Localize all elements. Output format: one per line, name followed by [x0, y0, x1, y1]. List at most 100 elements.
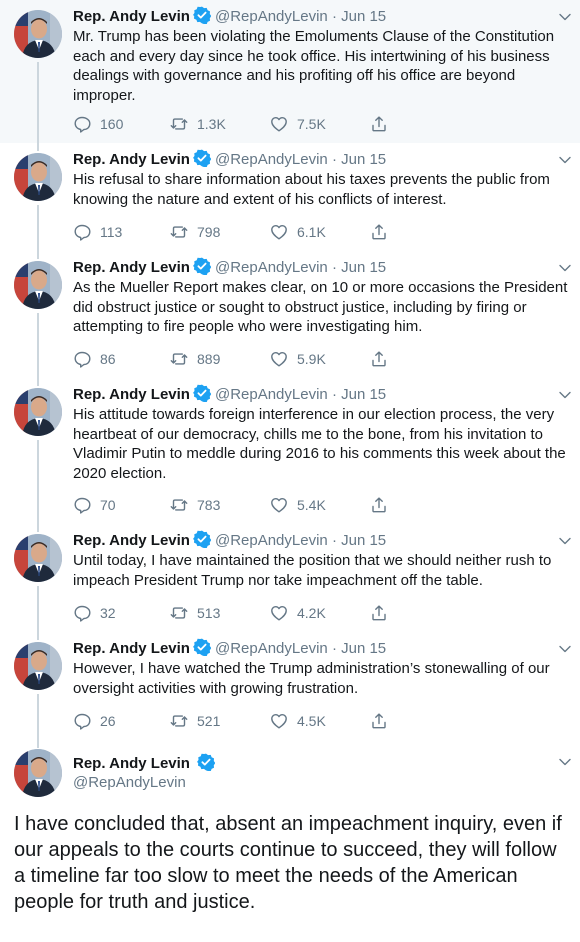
like-button[interactable]: 5.9K	[270, 348, 326, 370]
tweet-date[interactable]: Jun 15	[341, 532, 386, 549]
tweet[interactable]: Rep. Andy Levin @RepAndyLevin · Jun 15 As…	[0, 251, 580, 386]
retweet-count: 513	[197, 605, 221, 621]
avatar[interactable]	[14, 642, 62, 690]
tweet[interactable]: Rep. Andy Levin @RepAndyLevin · Jun 15 Ho…	[0, 632, 580, 748]
reply-button[interactable]: 70	[73, 494, 116, 516]
share-button[interactable]	[370, 710, 388, 732]
author-name[interactable]: Rep. Andy Levin	[73, 259, 190, 276]
reply-button[interactable]: 32	[73, 602, 116, 624]
like-count: 4.5K	[297, 713, 326, 729]
chevron-down-icon[interactable]	[558, 642, 572, 656]
author-name[interactable]: Rep. Andy Levin	[73, 532, 190, 549]
share-button[interactable]	[370, 602, 388, 624]
reply-button[interactable]: 160	[73, 113, 123, 135]
tweet-text: Until today, I have maintained the posit…	[73, 552, 552, 589]
tweet-text: Mr. Trump has been violating the Emolume…	[73, 28, 555, 104]
reply-button[interactable]: 86	[73, 348, 116, 370]
like-icon	[271, 224, 287, 240]
share-icon	[372, 605, 386, 621]
like-icon	[271, 714, 287, 729]
author-handle[interactable]: @RepAndyLevin	[215, 8, 328, 25]
author-handle[interactable]: @RepAndyLevin	[73, 773, 186, 793]
thread-connector-line	[37, 440, 39, 532]
retweet-button[interactable]: 1.3K	[170, 113, 226, 135]
tweet-header: Rep. Andy Levin @RepAndyLevin · Jun 15	[73, 384, 550, 404]
share-button[interactable]	[370, 113, 388, 135]
like-count: 7.5K	[297, 116, 326, 132]
reply-count: 86	[100, 351, 116, 367]
like-button[interactable]: 4.2K	[270, 602, 326, 624]
share-icon	[372, 351, 386, 367]
separator-dot: ·	[331, 259, 337, 276]
thread-connector-line	[37, 313, 39, 386]
tweet-date[interactable]: Jun 15	[341, 8, 386, 25]
tweet-header: Rep. Andy Levin @RepAndyLevin · Jun 15	[73, 638, 550, 658]
retweet-button[interactable]: 783	[170, 494, 220, 516]
author-handle[interactable]: @RepAndyLevin	[215, 259, 328, 276]
tweet-date[interactable]: Jun 15	[341, 151, 386, 168]
author-handle[interactable]: @RepAndyLevin	[215, 532, 328, 549]
retweet-count: 798	[197, 224, 221, 240]
author-name[interactable]: Rep. Andy Levin	[73, 151, 190, 168]
share-button[interactable]	[370, 221, 388, 243]
reply-icon	[74, 224, 91, 241]
chevron-down-icon[interactable]	[558, 261, 572, 275]
like-button[interactable]: 5.4K	[270, 494, 326, 516]
avatar[interactable]	[14, 153, 62, 201]
tweet-text: However, I have watched the Trump admini…	[73, 660, 550, 697]
chevron-down-icon[interactable]	[558, 10, 572, 24]
author-name[interactable]: Rep. Andy Levin	[73, 386, 190, 403]
reply-icon	[74, 497, 91, 514]
author-handle[interactable]: @RepAndyLevin	[215, 386, 328, 403]
tweet-date[interactable]: Jun 15	[341, 259, 386, 276]
reply-count: 160	[100, 116, 124, 132]
reply-count: 70	[100, 497, 116, 513]
tweet[interactable]: Rep. Andy Levin @RepAndyLevin · Jun 15 Un…	[0, 524, 580, 640]
reply-button[interactable]: 26	[73, 710, 116, 732]
chevron-down-icon[interactable]	[558, 153, 572, 167]
reply-icon	[74, 116, 91, 133]
reply-count: 26	[100, 713, 116, 729]
avatar[interactable]	[14, 261, 62, 309]
tweet-header: Rep. Andy Levin @RepAndyLevin · Jun 15	[73, 530, 550, 550]
author-name[interactable]: Rep. Andy Levin	[73, 640, 190, 657]
author-name[interactable]: Rep. Andy Levin	[73, 8, 190, 25]
tweet-text: His attitude towards foreign interferenc…	[73, 406, 566, 482]
author-handle[interactable]: @RepAndyLevin	[215, 640, 328, 657]
retweet-count: 1.3K	[197, 116, 226, 132]
tweet-date[interactable]: Jun 15	[341, 640, 386, 657]
tweet[interactable]: Rep. Andy Levin @RepAndyLevin · Jun 15 Hi…	[0, 143, 580, 259]
share-icon	[372, 497, 386, 513]
tweet-text: His refusal to share information about h…	[73, 171, 550, 208]
reply-button[interactable]: 113	[73, 221, 122, 243]
like-button[interactable]: 4.5K	[270, 710, 326, 732]
author-handle[interactable]: @RepAndyLevin	[215, 151, 328, 168]
tweet[interactable]: Rep. Andy Levin @RepAndyLevin · Jun 15 Mr…	[0, 0, 580, 151]
chevron-down-icon[interactable]	[558, 534, 572, 548]
author-name-text[interactable]: Rep. Andy Levin	[73, 755, 190, 772]
retweet-button[interactable]: 798	[170, 221, 220, 243]
retweet-button[interactable]: 513	[170, 602, 220, 624]
avatar[interactable]	[14, 10, 62, 58]
retweet-icon	[170, 118, 188, 130]
verified-badge-icon	[192, 149, 211, 167]
like-icon	[271, 606, 287, 621]
author-name[interactable]: Rep. Andy Levin	[73, 753, 216, 774]
share-button[interactable]	[370, 348, 388, 370]
verified-badge-icon	[197, 753, 216, 771]
avatar[interactable]	[14, 388, 62, 436]
tweet-date[interactable]: Jun 15	[341, 386, 386, 403]
tweet[interactable]: Rep. Andy Levin @RepAndyLevin · Jun 15 Hi…	[0, 378, 580, 532]
separator-dot: ·	[331, 151, 337, 168]
chevron-down-icon[interactable]	[558, 388, 572, 402]
retweet-button[interactable]: 521	[170, 710, 220, 732]
like-count: 6.1K	[297, 224, 326, 240]
retweet-button[interactable]: 889	[170, 348, 220, 370]
like-button[interactable]: 6.1K	[270, 221, 326, 243]
avatar[interactable]	[14, 749, 62, 797]
avatar[interactable]	[14, 534, 62, 582]
like-button[interactable]: 7.5K	[270, 113, 326, 135]
share-button[interactable]	[370, 494, 388, 516]
chevron-down-icon[interactable]	[558, 755, 572, 769]
separator-dot: ·	[331, 386, 337, 403]
